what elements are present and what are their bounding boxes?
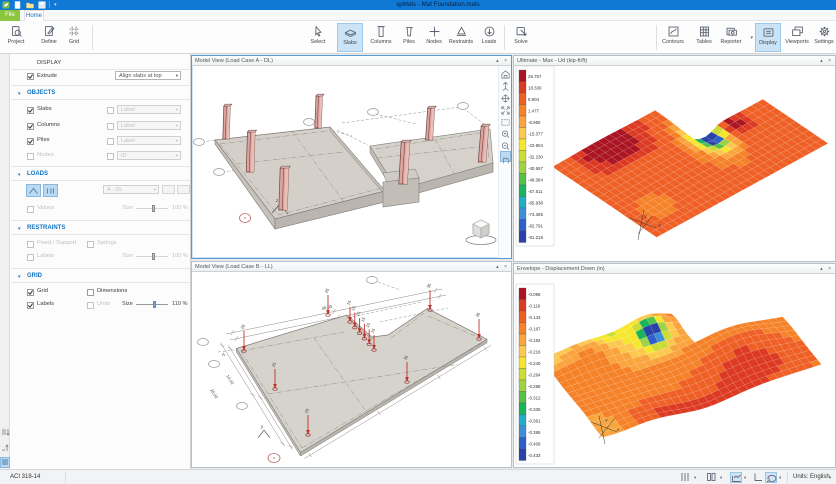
svg-text:-0.119: -0.119 [528, 304, 541, 309]
svg-text:15: 15 [365, 321, 372, 328]
svg-text:-15.377: -15.377 [528, 132, 543, 137]
svg-text:40.00: 40.00 [321, 304, 333, 311]
svg-text:35: 35 [474, 311, 481, 318]
svg-text:-0.312: -0.312 [528, 396, 541, 401]
svg-text:-82.791: -82.791 [528, 224, 543, 229]
svg-text:-0.409: -0.409 [528, 442, 541, 447]
svg-text:35: 35 [425, 282, 432, 289]
svg-text:18.330: 18.330 [528, 86, 542, 91]
svg-text:15: 15 [350, 305, 357, 312]
svg-text:25: 25 [323, 287, 330, 294]
svg-text:Y: Y [644, 214, 647, 219]
svg-text:15: 15 [345, 299, 352, 306]
svg-text:-0.216: -0.216 [528, 350, 541, 355]
svg-text:Y: Y [605, 418, 608, 423]
svg-text:-40.657: -40.657 [528, 166, 543, 171]
svg-text:-74.365: -74.365 [528, 212, 543, 217]
svg-text:-6.950: -6.950 [528, 120, 541, 125]
svg-text:15: 15 [360, 316, 367, 323]
svg-text:-49.084: -49.084 [528, 178, 543, 183]
svg-text:-0.167: -0.167 [528, 327, 541, 332]
svg-text:9.904: 9.904 [528, 97, 540, 102]
svg-text:-0.433: -0.433 [528, 453, 541, 458]
svg-text:-0.361: -0.361 [528, 419, 541, 424]
svg-text:15: 15 [355, 310, 362, 317]
svg-text:-32.230: -32.230 [528, 155, 543, 160]
svg-text:y: y [261, 424, 264, 429]
svg-text:1.477: 1.477 [528, 109, 540, 114]
svg-text:-0.288: -0.288 [528, 384, 541, 389]
svg-text:-0.385: -0.385 [528, 430, 541, 435]
svg-text:-0.192: -0.192 [528, 338, 541, 343]
svg-text:-0.240: -0.240 [528, 361, 541, 366]
svg-text:-65.938: -65.938 [528, 201, 543, 206]
svg-text:26.757: 26.757 [528, 74, 542, 79]
svg-text:X: X [658, 223, 661, 228]
svg-text:-0.143: -0.143 [528, 315, 541, 320]
svg-text:-57.511: -57.511 [528, 189, 543, 194]
svg-text:-0.095: -0.095 [528, 292, 541, 297]
svg-text:A: A [222, 352, 225, 357]
svg-text:-0.336: -0.336 [528, 407, 541, 412]
svg-text:-91.218: -91.218 [528, 235, 543, 240]
svg-text:28.00: 28.00 [209, 388, 219, 400]
svg-text:14.00: 14.00 [225, 374, 235, 386]
svg-text:-0.264: -0.264 [528, 373, 541, 378]
svg-text:15: 15 [369, 327, 376, 334]
svg-text:-23.804: -23.804 [528, 143, 543, 148]
svg-text:25: 25 [239, 323, 246, 330]
